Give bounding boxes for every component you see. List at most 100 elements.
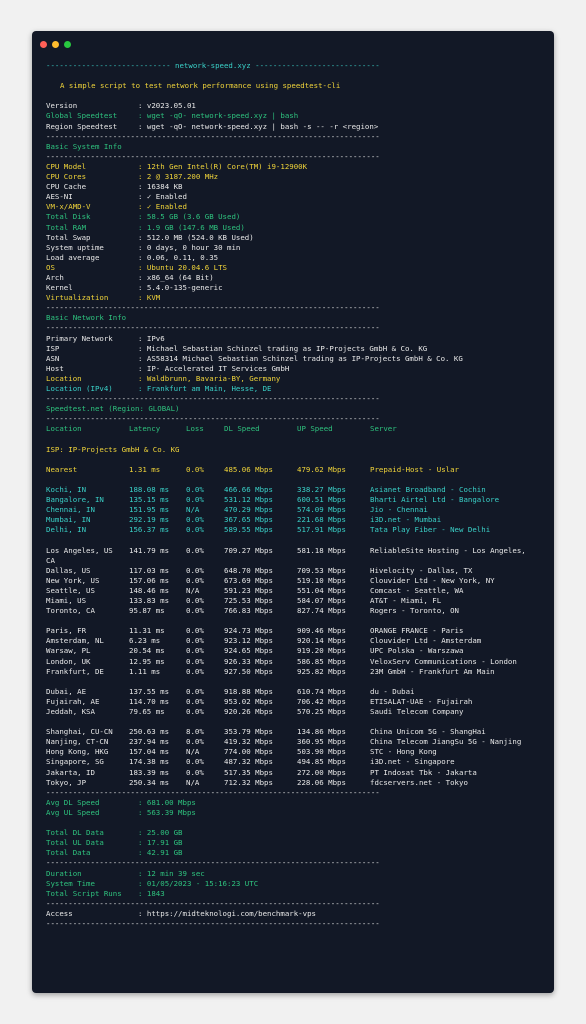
- network-row-value: : IP- Accelerated IT Services GmbH: [138, 363, 290, 373]
- system-row: Total Swap : 512.0 MB (524.0 KB Used): [46, 233, 550, 243]
- info-row: Global Speedtest: wget -qO- network-spee…: [46, 111, 550, 121]
- table-row-cell: fdcservers.net - Tokyo: [370, 777, 468, 787]
- table-row: London, UK 12.95 ms 0.0% 926.33 Mbps 586.85 …: [46, 657, 550, 667]
- minimize-dot-icon[interactable]: [52, 41, 59, 48]
- table-row-cell: UPC Polska - Warszawa: [370, 646, 464, 656]
- table-row-cell: 586.85 Mbps: [297, 656, 346, 666]
- table-row-cell: 0.0%: [186, 545, 204, 555]
- table-row-cell: 151.95 ms: [129, 505, 170, 515]
- network-row: Primary Network: IPv6: [46, 334, 550, 344]
- table-row-cell: Dubai, AE: [46, 686, 87, 696]
- system-row-label: Total Swap: [46, 232, 91, 242]
- table-row-cell: 0.0%: [186, 636, 204, 646]
- table-row-cell: 648.70 Mbps: [224, 565, 273, 575]
- table-row-cell: 135.15 ms: [129, 495, 170, 505]
- table-row-cell: 0.0%: [186, 515, 204, 525]
- table-row-cell: Hivelocity - Dallas, TX: [370, 565, 473, 575]
- system-row-value: : ✓ Enabled: [138, 202, 187, 212]
- table-row-cell: ORANGE FRANCE - Paris: [370, 626, 464, 636]
- table-row-cell: 0.0%: [186, 575, 204, 585]
- table-row-cell: 924.73 Mbps: [224, 626, 273, 636]
- system-row-value: : 512.0 MB (524.0 KB Used): [138, 232, 254, 242]
- window-controls: [40, 41, 71, 48]
- separator-line: ----------------------------------------…: [46, 323, 380, 333]
- speedtest-header-row-cell: Latency: [129, 424, 161, 434]
- table-row-cell: 272.00 Mbps: [297, 767, 346, 777]
- table-row-cell: 353.79 Mbps: [224, 727, 273, 737]
- table-row-cell: Amsterdam, NL: [46, 636, 104, 646]
- table-row-cell: 12.95 ms: [129, 656, 165, 666]
- table-row-cell: 766.83 Mbps: [224, 606, 273, 616]
- table-row-cell: 114.70 ms: [129, 696, 170, 706]
- system-row-value: : 5.4.0-135-generic: [138, 283, 223, 293]
- table-row-cell: 0.0%: [186, 656, 204, 666]
- network-row-value: : AS58314 Michael Sebastian Schinzel tra…: [138, 353, 463, 363]
- table-row-cell: 148.46 ms: [129, 585, 170, 595]
- table-row-cell: Clouvider Ltd - Amsterdam: [370, 636, 482, 646]
- info-row-value: : v2023.05.01: [138, 101, 196, 111]
- table-row-cell: Bharti Airtel Ltd - Bangalore: [370, 495, 500, 505]
- table-row-cell: 924.65 Mbps: [224, 646, 273, 656]
- system-row: Arch : x86_64 (64 Bit): [46, 273, 550, 283]
- system-row-value: : 12th Gen Intel(R) Core(TM) i9-12900K: [138, 161, 308, 171]
- table-row: Nearest 1.31 ms 0.0% 485.06 Mbps 479.62 Mbps…: [46, 465, 550, 475]
- system-row-value: : 0.06, 0.11, 0.35: [138, 252, 219, 262]
- table-row-cell: 673.69 Mbps: [224, 575, 273, 585]
- system-row-value: : x86_64 (64 Bit): [138, 272, 214, 282]
- table-row-cell: Prepaid-Host - Uslar: [370, 464, 459, 474]
- system-row-value: : 1.9 GB (147.6 MB Used): [138, 222, 245, 232]
- system-row-label: CPU Cache: [46, 182, 87, 192]
- table-row-cell: 360.95 Mbps: [297, 737, 346, 747]
- system-row-label: Arch: [46, 272, 64, 282]
- table-row-cell: Frankfurt, DE: [46, 666, 104, 676]
- separator-line: ----------------------------------------…: [46, 858, 380, 868]
- system-row-label: Virtualization: [46, 293, 109, 303]
- run-row: System Time: 01/05/2023 - 15:16:23 UTC: [46, 879, 550, 889]
- table-row: Frankfurt, DE 1.11 ms 0.0% 927.50 Mbps 925.8…: [46, 667, 550, 677]
- table-row-cell: 0.0%: [186, 495, 204, 505]
- system-row: OS: Ubuntu 20.04.6 LTS: [46, 263, 550, 273]
- table-row-cell: Los Angeles, US: [46, 545, 113, 555]
- table-row: Seattle, US 148.46 ms N/A 591.23 Mbps 551.04…: [46, 586, 550, 596]
- system-row: CPU Model: 12th Gen Intel(R) Core(TM) i9…: [46, 162, 550, 172]
- system-row: System uptime: 0 days, 0 hour 30 min: [46, 243, 550, 253]
- close-dot-icon[interactable]: [40, 41, 47, 48]
- table-row-cell: 551.04 Mbps: [297, 585, 346, 595]
- system-row: Kernel: 5.4.0-135-generic: [46, 283, 550, 293]
- total-row-value: : 17.91 GB: [138, 838, 183, 848]
- system-row: Total RAM: 1.9 GB (147.6 MB Used): [46, 223, 550, 233]
- table-row-cell: Tata Play Fiber - New Delhi: [370, 525, 491, 535]
- table-row: Warsaw, PL 20.54 ms 0.0% 924.65 Mbps 919.20 …: [46, 646, 550, 656]
- isp-label: ISP: IP-Projects GmbH & Co. KG: [46, 444, 180, 454]
- table-row-cell: 0.0%: [186, 666, 204, 676]
- table-row-cell: 0.0%: [186, 525, 204, 535]
- table-row-cell: 589.55 Mbps: [224, 525, 273, 535]
- table-row-cell: 920.14 Mbps: [297, 636, 346, 646]
- table-row-cell: N/A: [186, 747, 200, 757]
- system-row-value: : 2 @ 3187.200 MHz: [138, 172, 219, 182]
- speedtest-header-row-cell: Loss: [186, 424, 204, 434]
- table-row-cell: 709.27 Mbps: [224, 545, 273, 555]
- table-row-cell: 1.31 ms: [129, 464, 161, 474]
- system-row-value: : 58.5 GB (3.6 GB Used): [138, 212, 241, 222]
- table-row-cell: Rogers - Toronto, ON: [370, 606, 459, 616]
- total-row-label: Total DL Data: [46, 828, 104, 838]
- total-row: Total UL Data: 17.91 GB: [46, 838, 550, 848]
- table-row-cell: London, UK: [46, 656, 91, 666]
- system-row-value: : 16384 KB: [138, 182, 183, 192]
- maximize-dot-icon[interactable]: [64, 41, 71, 48]
- system-row-value: : ✓ Enabled: [138, 192, 187, 202]
- separator-line: ----------------------------------------…: [46, 787, 380, 797]
- info-row-label: Region Speedtest: [46, 121, 118, 131]
- system-row-label: Total Disk: [46, 212, 91, 222]
- table-row-cell: Fujairah, AE: [46, 696, 100, 706]
- table-row-cell: ETISALAT-UAE - Fujairah: [370, 696, 473, 706]
- terminal-window: ---------------------------- network-spe…: [32, 31, 554, 993]
- table-row-cell: 79.65 ms: [129, 707, 165, 716]
- table-row-cell: 157.04 ms: [129, 747, 170, 757]
- table-row-cell: Tokyo, JP: [46, 777, 87, 787]
- table-row: Fujairah, AE 114.70 ms 0.0% 953.02 Mbps 706.…: [46, 697, 550, 707]
